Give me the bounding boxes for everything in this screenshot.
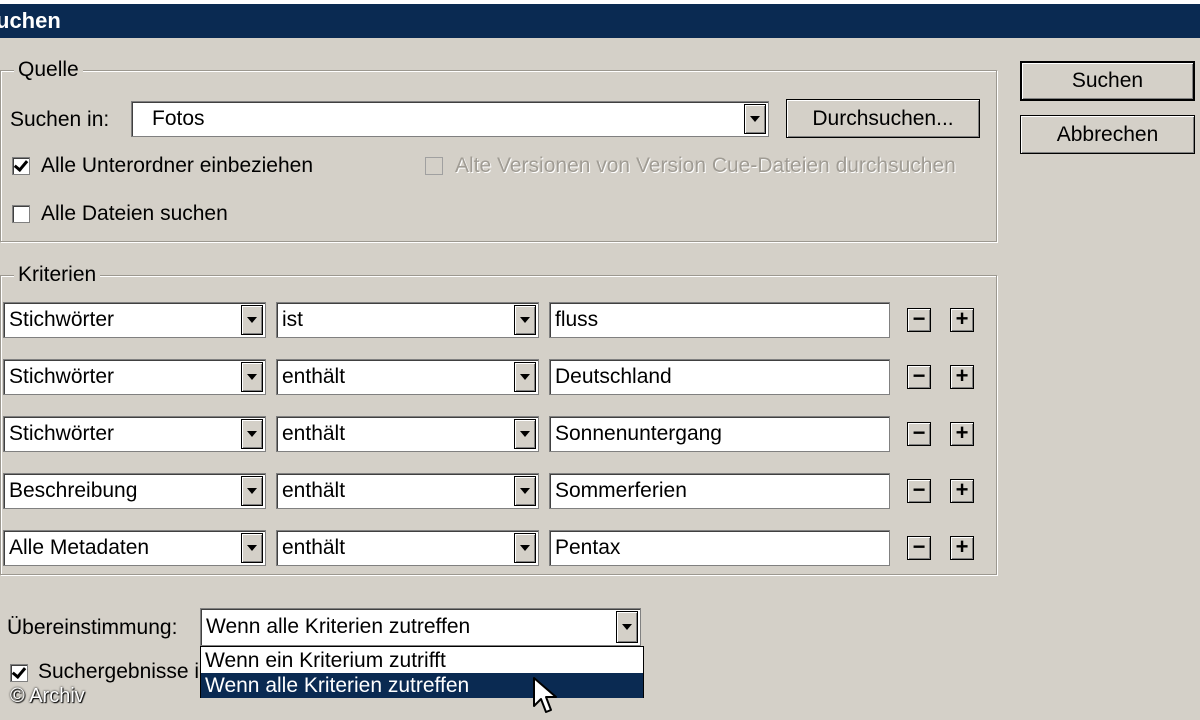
mouse-pointer-icon <box>533 677 557 713</box>
criteria-field-value: Stichwörter <box>9 308 115 331</box>
chevron-down-icon[interactable] <box>616 611 638 643</box>
old-versions-label: Alte Versionen von Version Cue-Dateien d… <box>455 154 956 177</box>
copyright-watermark: © Archiv <box>10 685 85 707</box>
criteria-field-combo[interactable]: Stichwörter <box>3 359 266 395</box>
match-option[interactable]: Wenn ein Kriterium zutrifft <box>201 648 643 673</box>
match-dropdown-list: Wenn ein Kriterium zutrifft Wenn alle Kr… <box>200 646 644 698</box>
criteria-field-combo[interactable]: Beschreibung <box>3 473 266 509</box>
criteria-operator-combo[interactable]: enthält <box>276 530 539 566</box>
source-group-label: Quelle <box>14 58 83 82</box>
criteria-operator-value: enthält <box>282 422 346 445</box>
match-combo[interactable]: Wenn alle Kriterien zutreffen <box>200 608 641 646</box>
criteria-operator-value: enthält <box>282 536 346 559</box>
browse-button[interactable]: Durchsuchen... <box>786 99 980 138</box>
add-criterion-button[interactable]: + <box>950 479 974 503</box>
search-in-label: Suchen in: <box>10 108 110 131</box>
match-option-selected[interactable]: Wenn alle Kriterien zutreffen <box>201 673 643 698</box>
match-label: Übereinstimmung: <box>7 616 178 639</box>
all-files-checkbox[interactable] <box>12 205 30 223</box>
search-in-combo[interactable]: Fotos <box>131 101 769 137</box>
criteria-value-input[interactable]: Sommerferien <box>549 473 890 509</box>
remove-criterion-button[interactable]: − <box>907 479 931 503</box>
criteria-operator-value: enthält <box>282 365 346 388</box>
criteria-operator-combo[interactable]: enthält <box>276 359 539 395</box>
chevron-down-icon[interactable] <box>514 533 536 563</box>
results-checkbox[interactable] <box>10 664 28 682</box>
chevron-down-icon[interactable] <box>241 533 263 563</box>
include-subfolders-label: Alle Unterordner einbeziehen <box>41 154 314 177</box>
match-value: Wenn alle Kriterien zutreffen <box>206 615 471 638</box>
criteria-value-text: Pentax <box>555 536 621 559</box>
chevron-down-icon[interactable] <box>241 419 263 449</box>
criteria-operator-value: ist <box>282 308 303 331</box>
criteria-value-input[interactable]: Pentax <box>549 530 890 566</box>
chevron-down-icon[interactable] <box>241 305 263 335</box>
search-button[interactable]: Suchen <box>1020 61 1195 101</box>
chevron-down-icon[interactable] <box>744 104 766 134</box>
criteria-field-value: Stichwörter <box>9 365 115 388</box>
criteria-value-text: Sonnenuntergang <box>555 422 722 445</box>
cancel-button[interactable]: Abbrechen <box>1020 115 1195 154</box>
old-versions-checkbox <box>425 157 443 175</box>
remove-criterion-button[interactable]: − <box>907 536 931 560</box>
criteria-value-input[interactable]: Deutschland <box>549 359 890 395</box>
all-files-label: Alle Dateien suchen <box>41 202 228 225</box>
include-subfolders-checkbox[interactable] <box>12 157 30 175</box>
chevron-down-icon[interactable] <box>514 362 536 392</box>
criteria-operator-combo[interactable]: enthält <box>276 416 539 452</box>
criteria-field-combo[interactable]: Stichwörter <box>3 416 266 452</box>
remove-criterion-button[interactable]: − <box>907 365 931 389</box>
criteria-operator-value: enthält <box>282 479 346 502</box>
chevron-down-icon[interactable] <box>514 476 536 506</box>
criteria-operator-combo[interactable]: ist <box>276 302 539 338</box>
criteria-operator-combo[interactable]: enthält <box>276 473 539 509</box>
results-label: Suchergebnisse i <box>38 660 200 683</box>
criteria-field-combo[interactable]: Alle Metadaten <box>3 530 266 566</box>
title-bar: uchen <box>0 0 1200 38</box>
criteria-value-text: fluss <box>555 308 599 331</box>
criteria-field-value: Stichwörter <box>9 422 115 445</box>
chevron-down-icon[interactable] <box>514 419 536 449</box>
criteria-value-text: Deutschland <box>555 365 672 388</box>
criteria-group-label: Kriterien <box>14 263 101 287</box>
add-criterion-button[interactable]: + <box>950 365 974 389</box>
search-in-value: Fotos <box>152 107 205 130</box>
criteria-value-text: Sommerferien <box>555 479 687 502</box>
criteria-value-input[interactable]: Sonnenuntergang <box>549 416 890 452</box>
remove-criterion-button[interactable]: − <box>907 422 931 446</box>
criteria-field-value: Beschreibung <box>9 479 138 502</box>
add-criterion-button[interactable]: + <box>950 308 974 332</box>
remove-criterion-button[interactable]: − <box>907 308 931 332</box>
add-criterion-button[interactable]: + <box>950 422 974 446</box>
criteria-value-input[interactable]: fluss <box>549 302 890 338</box>
criteria-field-value: Alle Metadaten <box>9 536 150 559</box>
add-criterion-button[interactable]: + <box>950 536 974 560</box>
chevron-down-icon[interactable] <box>241 476 263 506</box>
chevron-down-icon[interactable] <box>241 362 263 392</box>
criteria-field-combo[interactable]: Stichwörter <box>3 302 266 338</box>
window-title: uchen <box>0 8 61 33</box>
chevron-down-icon[interactable] <box>514 305 536 335</box>
